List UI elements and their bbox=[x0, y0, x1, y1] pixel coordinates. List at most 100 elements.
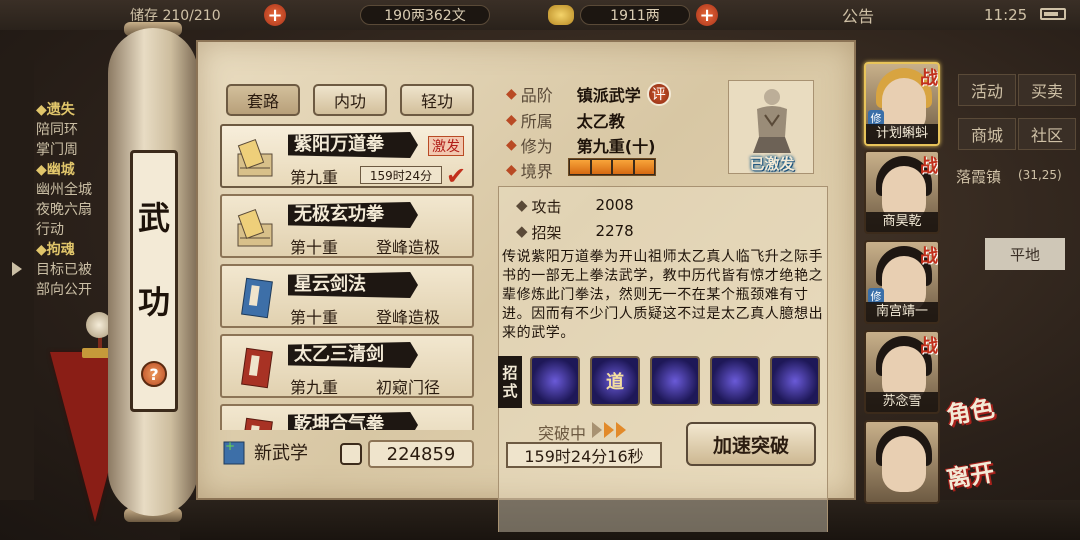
activation-figure-box: 已激发 bbox=[728, 80, 814, 174]
scroll-title-char: 功 bbox=[137, 283, 170, 321]
skill-card[interactable]: 太乙三清剑 第九重 初窥门径 bbox=[220, 334, 474, 398]
grade-key: 品阶 bbox=[520, 86, 553, 105]
monk-figure-icon bbox=[753, 89, 791, 153]
character-portrait[interactable]: 战 修 南宫靖一 bbox=[864, 240, 940, 324]
character-portrait[interactable]: 战 商昊乾 bbox=[864, 150, 940, 234]
quest-line: 目标已被 bbox=[36, 262, 92, 278]
scroll-count: 224859 bbox=[368, 440, 474, 468]
skill-name: 星云剑法 bbox=[288, 272, 418, 298]
skill-level: 第十重 bbox=[290, 308, 339, 327]
realm-row: ◆ 境界 bbox=[506, 158, 563, 182]
quest-line: 夜晚六扇 bbox=[36, 202, 92, 218]
tab-inner-skill[interactable]: 内功 bbox=[313, 84, 387, 116]
character-portrait[interactable]: 战 苏念雪 bbox=[864, 330, 940, 414]
diamond-icon: ◆ bbox=[506, 162, 517, 178]
help-button[interactable]: ? bbox=[141, 361, 167, 387]
tab-lightness[interactable]: 轻功 bbox=[400, 84, 474, 116]
realm-progress-bar bbox=[568, 158, 656, 176]
cultivation-key: 修为 bbox=[520, 137, 553, 156]
battle-tag: 战 bbox=[920, 246, 938, 267]
quest-list: ◆遗失 陪同环 掌门周 ◆幽城 幽州全城 夜晚六扇 行动 ◆拘魂 目标已被 部向… bbox=[36, 100, 116, 300]
skill-status: 登峰造极 bbox=[376, 238, 441, 257]
attack-key: 攻击 bbox=[531, 198, 562, 216]
move-icon-text bbox=[712, 358, 758, 404]
move-slot-icon[interactable] bbox=[770, 356, 820, 406]
scroll-book-icon bbox=[237, 209, 273, 247]
character-portrait[interactable]: 战 修 计划蝌蚪 bbox=[864, 62, 940, 146]
breakthrough-label: 突破中 bbox=[538, 424, 587, 443]
realm-segment bbox=[570, 160, 590, 174]
category-tabs: 套路 内功 轻功 bbox=[226, 84, 474, 116]
skill-card[interactable]: 星云剑法 第十重 登峰造极 bbox=[220, 264, 474, 328]
shop-button[interactable]: 商城 bbox=[958, 118, 1016, 150]
blue-book-icon bbox=[241, 277, 273, 319]
speed-up-breakthrough-button[interactable]: 加速突破 bbox=[686, 422, 816, 466]
scroll-title-label: 武 功 ? bbox=[130, 150, 178, 412]
quest-line: 幽州全城 bbox=[36, 182, 92, 198]
realm-segment bbox=[613, 160, 633, 174]
checkmark-icon: ✔ bbox=[446, 162, 467, 190]
gold-plus-button[interactable]: + bbox=[696, 4, 718, 26]
skill-status: 初窥门径 bbox=[376, 378, 441, 397]
location-coords: (31,25) bbox=[1018, 168, 1062, 182]
quest-line: 陪同环 bbox=[36, 122, 78, 138]
character-name: 计划蝌蚪 bbox=[866, 124, 938, 144]
move-slot-icon[interactable] bbox=[530, 356, 580, 406]
move-slot-icon[interactable] bbox=[650, 356, 700, 406]
new-skill-button[interactable]: + 新武学 bbox=[222, 438, 308, 466]
parry-row: ◆ 招架 2278 bbox=[516, 222, 634, 243]
character-name: 苏念雪 bbox=[866, 392, 938, 412]
belong-row: ◆ 所属 太乙教 bbox=[506, 108, 625, 132]
belong-key: 所属 bbox=[520, 112, 553, 131]
tab-routine[interactable]: 套路 bbox=[226, 84, 300, 116]
red-book-icon bbox=[241, 347, 273, 389]
red-book-icon bbox=[241, 417, 273, 430]
diamond-icon: ◆ bbox=[516, 196, 528, 214]
gold-icon bbox=[548, 5, 574, 25]
realm-key: 境界 bbox=[520, 162, 553, 181]
diamond-icon: ◆ bbox=[506, 112, 517, 128]
skill-card[interactable]: 乾坤合气拳 bbox=[220, 404, 474, 430]
new-skill-label: 新武学 bbox=[254, 443, 308, 464]
move-slot-icon[interactable] bbox=[710, 356, 760, 406]
quest-line: ◆幽城 bbox=[36, 162, 75, 178]
eval-button[interactable]: 评 bbox=[646, 82, 671, 106]
notice-button[interactable]: 公告 bbox=[842, 4, 874, 26]
new-book-icon: + bbox=[223, 439, 245, 465]
skill-card[interactable]: 无极玄功拳 第十重 登峰造极 bbox=[220, 194, 474, 258]
grade-value: 镇派武学 bbox=[576, 86, 641, 105]
skill-card[interactable]: 紫阳万道拳 激发 第九重 159时24分 ✔ bbox=[220, 124, 474, 190]
move-icon-text bbox=[772, 358, 818, 404]
move-slot-icon[interactable]: 道 bbox=[590, 356, 640, 406]
battle-tag: 战 bbox=[920, 336, 938, 357]
terrain-label: 平地 bbox=[985, 238, 1065, 270]
character-portrait[interactable] bbox=[864, 420, 940, 504]
progress-arrows-icon bbox=[592, 422, 632, 438]
clock-text: 11:25 bbox=[984, 6, 1028, 24]
moves-label: 招 式 bbox=[498, 356, 522, 408]
diamond-icon: ◆ bbox=[516, 222, 528, 240]
quest-line: ◆遗失 bbox=[36, 102, 75, 118]
cultivation-value: 第九重(十) bbox=[576, 137, 656, 156]
realm-segment bbox=[634, 160, 654, 174]
cultivation-row: ◆ 修为 第九重(十) bbox=[506, 133, 655, 157]
activity-button[interactable]: 活动 bbox=[958, 74, 1016, 106]
storage-plus-button[interactable]: + bbox=[264, 4, 286, 26]
skill-name: 无极玄功拳 bbox=[288, 202, 418, 228]
left-side-bar bbox=[0, 60, 34, 500]
breakthrough-timer: 159时24分16秒 bbox=[506, 442, 662, 468]
expand-arrow-icon[interactable] bbox=[12, 262, 22, 276]
move-icon-text: 道 bbox=[606, 372, 624, 393]
quest-line: 行动 bbox=[36, 222, 64, 238]
community-button[interactable]: 社区 bbox=[1018, 118, 1076, 150]
battle-tag: 战 bbox=[920, 156, 938, 177]
character-name: 商昊乾 bbox=[866, 212, 938, 232]
silver-amount: 190两362文 bbox=[360, 5, 490, 25]
trade-button[interactable]: 买卖 bbox=[1018, 74, 1076, 106]
svg-text:+: + bbox=[225, 439, 235, 453]
skill-list: 紫阳万道拳 激发 第九重 159时24分 ✔ 无极玄功拳 第十重 登峰造极 星云… bbox=[220, 124, 474, 430]
quest-line: 掌门周 bbox=[36, 142, 78, 158]
gold-amount: 1911两 bbox=[580, 5, 690, 25]
skill-name: 紫阳万道拳 bbox=[288, 132, 418, 158]
battle-tag: 战 bbox=[920, 68, 938, 89]
